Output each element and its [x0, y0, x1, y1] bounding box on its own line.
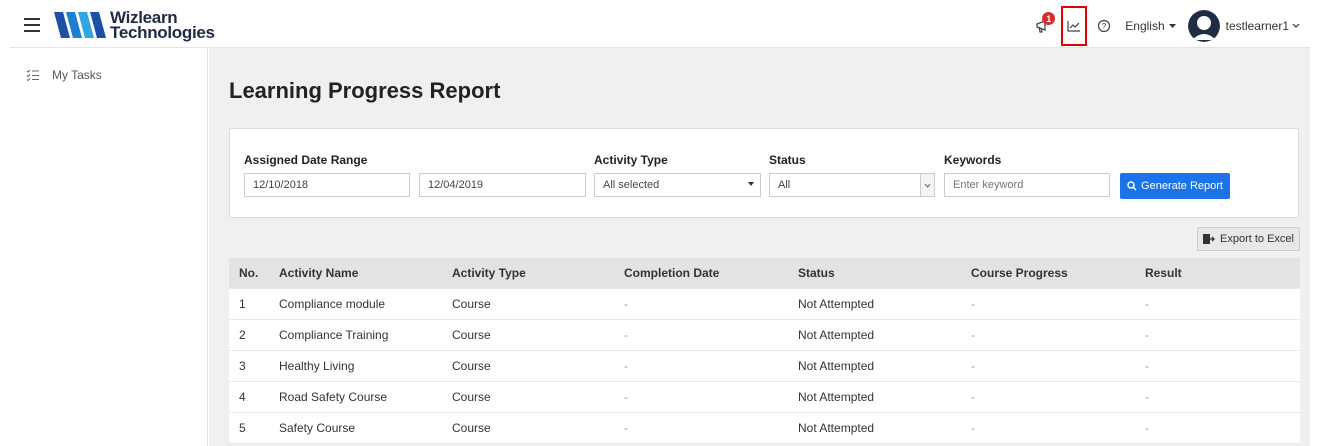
result: - [1145, 297, 1149, 311]
column-header: Activity Name [279, 266, 359, 280]
keywords-label: Keywords [944, 153, 1002, 167]
user-menu[interactable]: testlearner1 [1187, 10, 1300, 42]
status: Not Attempted [798, 421, 875, 435]
status-label: Status [769, 153, 806, 167]
column-header: Result [1145, 266, 1182, 280]
chart-line-icon [1067, 21, 1081, 32]
course-progress: - [971, 328, 975, 342]
export-file-icon [1203, 234, 1215, 244]
avatar [1187, 10, 1220, 42]
activity-type: Course [452, 359, 491, 373]
status: Not Attempted [798, 297, 875, 311]
result: - [1145, 328, 1149, 342]
column-header: Activity Type [452, 266, 526, 280]
hamburger-menu-icon[interactable] [24, 18, 40, 32]
row-number: 5 [239, 421, 246, 435]
date-to-value: 12/04/2019 [428, 179, 484, 191]
completion-date: - [624, 359, 628, 373]
caret-down-icon [748, 182, 754, 186]
generate-report-label: Generate Report [1141, 180, 1223, 192]
activity-name: Road Safety Course [279, 390, 388, 404]
wizlearn-logo-mark-icon [54, 12, 106, 38]
completion-date: - [624, 328, 628, 342]
course-progress: - [971, 359, 975, 373]
activity-name: Compliance module [279, 297, 386, 311]
header-actions: 1 ? English testlearner1 [1031, 4, 1310, 48]
column-header: Course Progress [971, 266, 1068, 280]
filter-panel: Assigned Date Range 12/10/2018 12/04/201… [229, 128, 1299, 218]
generate-report-button[interactable]: Generate Report [1120, 173, 1230, 199]
keyword-input[interactable] [944, 173, 1110, 197]
completion-date: - [624, 421, 628, 435]
table-row[interactable]: 1 Compliance module Course - Not Attempt… [229, 289, 1300, 320]
result: - [1145, 359, 1149, 373]
announcements-button[interactable]: 1 [1031, 12, 1057, 39]
report-table: No. Activity Name Activity Type Completi… [229, 258, 1300, 444]
page-title: Learning Progress Report [229, 78, 501, 103]
date-range-label: Assigned Date Range [244, 153, 368, 167]
user-avatar-icon [1187, 10, 1220, 42]
sidebar-item-my-tasks[interactable]: My Tasks [10, 48, 207, 82]
activity-type: Course [452, 390, 491, 404]
activity-name: Healthy Living [279, 359, 355, 373]
column-header: Status [798, 266, 835, 280]
row-number: 1 [239, 297, 246, 311]
row-number: 4 [239, 390, 246, 404]
table-row[interactable]: 3 Healthy Living Course - Not Attempted … [229, 351, 1300, 382]
completion-date: - [624, 390, 628, 404]
activity-type-label: Activity Type [594, 153, 668, 167]
caret-down-icon [1168, 23, 1176, 28]
table-row[interactable]: 2 Compliance Training Course - Not Attem… [229, 320, 1300, 351]
status-value: All [778, 179, 791, 191]
activity-type-value: All selected [603, 179, 660, 191]
result: - [1145, 390, 1149, 404]
table-row[interactable]: 5 Safety Course Course - Not Attempted -… [229, 413, 1300, 444]
course-progress: - [971, 390, 975, 404]
sidebar: My Tasks [10, 48, 208, 446]
result: - [1145, 421, 1149, 435]
status: Not Attempted [798, 328, 875, 342]
sidebar-item-label: My Tasks [52, 68, 102, 82]
company-logo[interactable]: Wizlearn Technologies [54, 8, 215, 42]
language-selector[interactable]: English [1125, 19, 1176, 33]
date-from-input[interactable]: 12/10/2018 [244, 173, 410, 197]
main-content: Learning Progress Report Assigned Date R… [209, 48, 1310, 446]
username: testlearner1 [1225, 19, 1289, 33]
activity-name: Safety Course [279, 421, 356, 435]
date-to-input[interactable]: 12/04/2019 [419, 173, 586, 197]
table-header-row: No. Activity Name Activity Type Completi… [229, 258, 1300, 289]
activity-type: Course [452, 297, 491, 311]
completion-date: - [624, 297, 628, 311]
row-number: 3 [239, 359, 246, 373]
logo-text: Wizlearn Technologies [110, 9, 215, 42]
top-bar: Wizlearn Technologies 1 ? English testle… [10, 4, 1310, 48]
activity-name: Compliance Training [279, 328, 389, 342]
status: Not Attempted [798, 390, 875, 404]
chevron-down-icon [1292, 23, 1300, 28]
table-row[interactable]: 4 Road Safety Course Course - Not Attemp… [229, 382, 1300, 413]
help-button[interactable]: ? [1091, 13, 1117, 39]
select-arrow-icon [920, 174, 934, 196]
export-to-excel-button[interactable]: Export to Excel [1197, 227, 1300, 251]
activity-type: Course [452, 328, 491, 342]
search-icon [1127, 181, 1137, 191]
status-select[interactable]: All [769, 173, 935, 197]
activity-type: Course [452, 421, 491, 435]
help-circle-icon: ? [1098, 19, 1111, 33]
column-header: No. [239, 266, 259, 280]
status: Not Attempted [798, 359, 875, 373]
notification-badge: 1 [1042, 12, 1056, 25]
row-number: 2 [239, 328, 246, 342]
course-progress: - [971, 297, 975, 311]
logo-line-2: Technologies [110, 23, 215, 42]
svg-text:?: ? [1102, 22, 1107, 31]
date-from-value: 12/10/2018 [253, 179, 309, 191]
activity-type-select[interactable]: All selected [594, 173, 761, 197]
language-label: English [1125, 19, 1165, 33]
export-label: Export to Excel [1220, 233, 1294, 245]
column-header: Completion Date [624, 266, 720, 280]
progress-report-button[interactable] [1061, 6, 1088, 46]
task-list-icon [26, 69, 39, 81]
course-progress: - [971, 421, 975, 435]
